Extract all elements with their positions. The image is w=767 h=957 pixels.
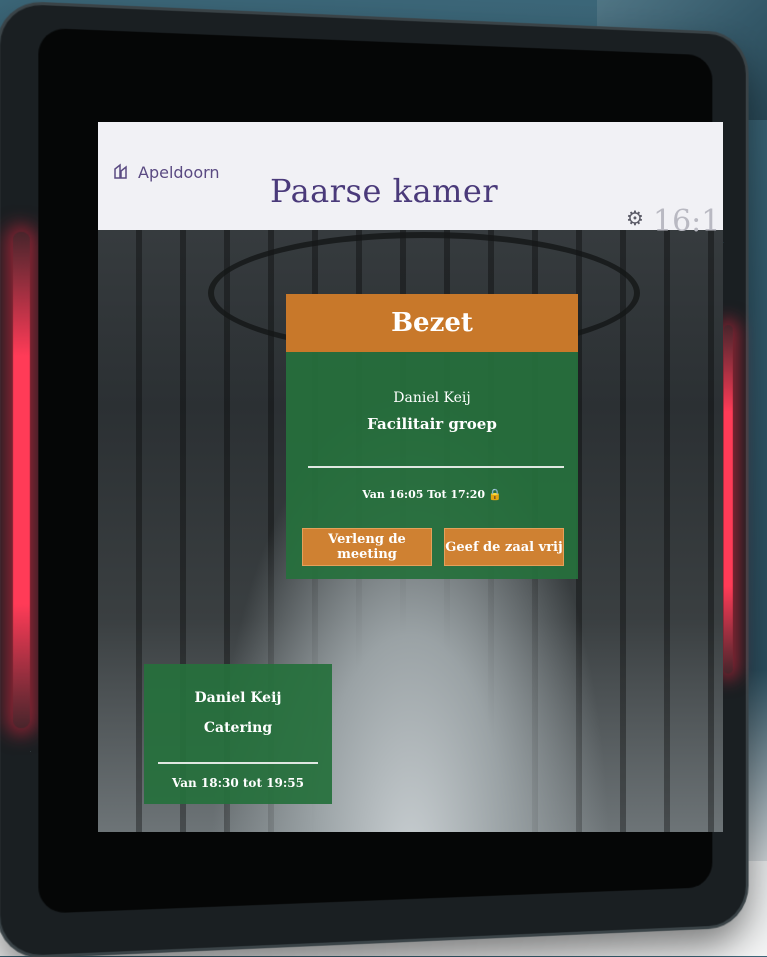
- logo-icon: [114, 163, 127, 179]
- meeting-time-row: Van 16:05 Tot 17:20 🔒: [286, 488, 578, 501]
- meeting-time: Van 16:05 Tot 17:20: [362, 488, 486, 501]
- apeldoorn-logo: Apeldoorn: [112, 162, 220, 182]
- top-header-bar: Apeldoorn Paarse kamer ⚙ 16:11: [98, 122, 723, 239]
- next-meeting-card: Daniel Keij Catering Van 18:30 tot 19:55: [144, 664, 332, 804]
- next-divider: [158, 762, 318, 764]
- next-meeting-time: Van 18:30 tot 19:55: [172, 776, 304, 790]
- meeting-group: Facilitair groep: [367, 415, 497, 433]
- status-badge: Bezet: [286, 294, 578, 352]
- lock-icon: 🔒: [488, 488, 502, 501]
- room-display-screen: Apeldoorn Paarse kamer ⚙ 16:11 Bezet Dan…: [98, 122, 723, 832]
- logo-text: Apeldoorn: [138, 162, 220, 182]
- extend-meeting-button[interactable]: Verleng de meeting: [302, 528, 432, 566]
- gear-icon[interactable]: ⚙: [626, 206, 644, 230]
- organizer-name: Daniel Keij: [393, 390, 471, 406]
- status-led-right: [723, 325, 733, 674]
- room-name-title: Paarse kamer: [270, 172, 499, 210]
- clock: 16:11: [653, 204, 723, 239]
- current-meeting-card: Bezet Daniel Keij Facilitair groep Van 1…: [286, 294, 578, 579]
- current-meeting-details: Daniel Keij Facilitair groep Van 16:05 T…: [286, 352, 578, 579]
- next-organizer-name: Daniel Keij: [194, 690, 282, 706]
- divider: [308, 466, 564, 468]
- release-room-button[interactable]: Geef de zaal vrij: [444, 528, 564, 566]
- status-led-left: [12, 231, 30, 729]
- next-meeting-group: Catering: [203, 720, 273, 736]
